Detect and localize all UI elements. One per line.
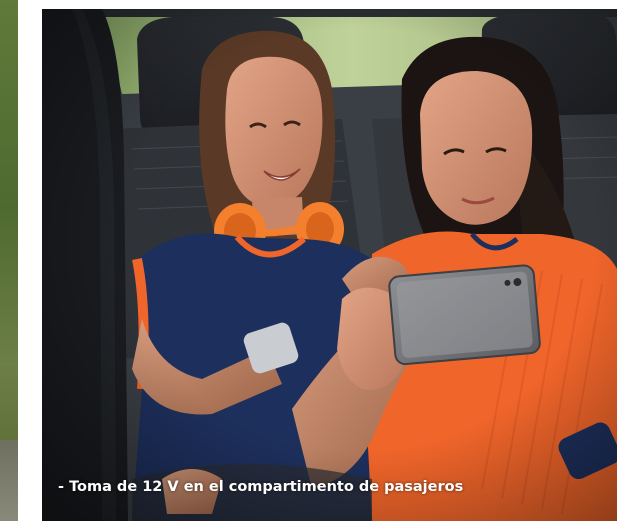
page: - Toma de 12 V en el compartimento de pa… xyxy=(0,0,617,521)
car-interior-photo: - Toma de 12 V en el compartimento de pa… xyxy=(42,9,617,521)
image-caption: - Toma de 12 V en el compartimento de pa… xyxy=(58,479,464,495)
background-grass-strip xyxy=(0,0,18,521)
photo-illustration xyxy=(42,9,617,521)
